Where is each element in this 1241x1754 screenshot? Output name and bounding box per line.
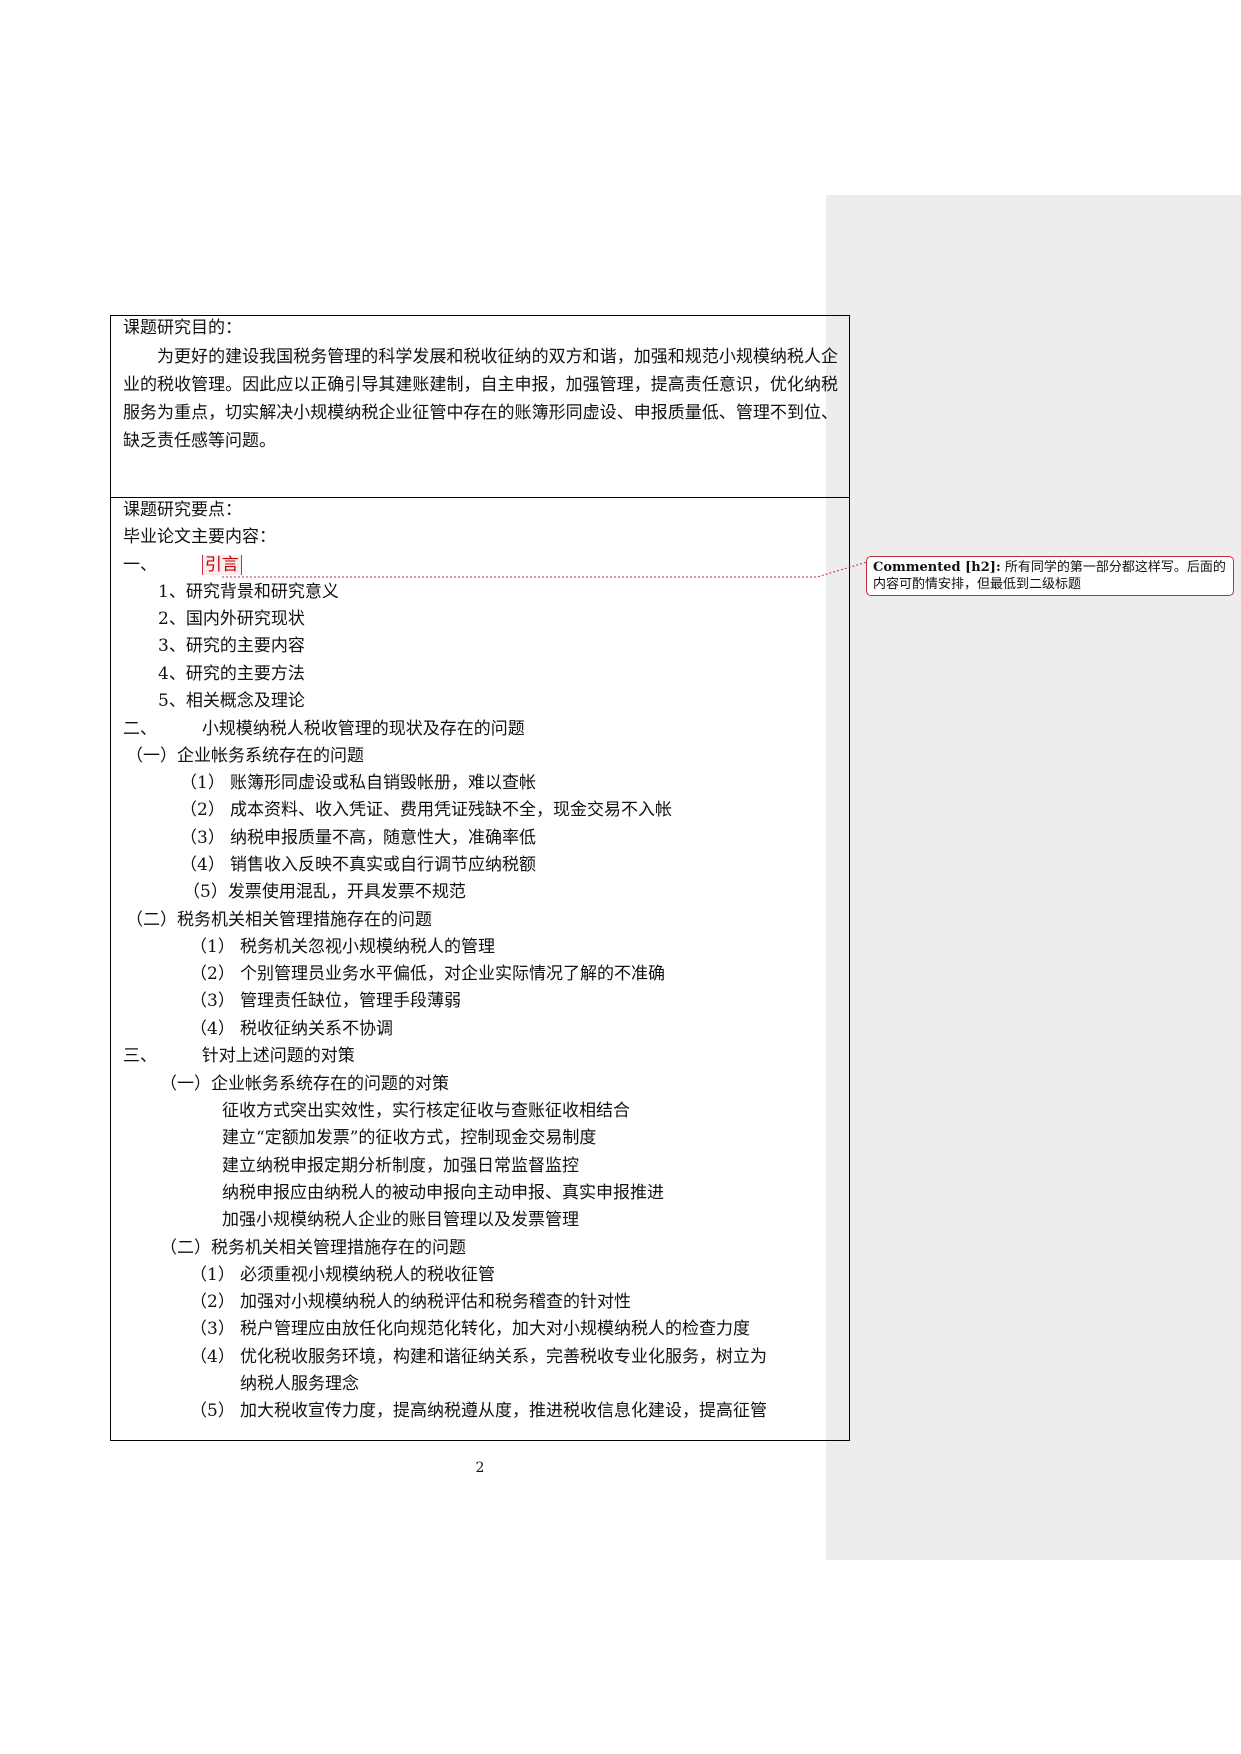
subsection-heading: （二）税务机关相关管理措施存在的问题 <box>126 910 432 930</box>
subsection-heading: （二）税务机关相关管理措施存在的问题 <box>160 1238 466 1258</box>
purpose-heading: 课题研究目的： <box>123 318 242 338</box>
comment-author: Commented [h2]: <box>873 560 1001 575</box>
list-item: 3、研究的主要内容 <box>158 636 305 656</box>
list-item: （4） 税收征纳关系不协调 <box>190 1019 393 1039</box>
list-item: （3） 纳税申报质量不高，随意性大，准确率低 <box>180 828 536 848</box>
list-item: 5、相关概念及理论 <box>158 691 305 711</box>
list-item: 建立“定额加发票”的征收方式，控制现金交易制度 <box>222 1128 597 1148</box>
list-item: （1） 必须重视小规模纳税人的税收征管 <box>190 1265 495 1285</box>
section-number: 一、 <box>123 555 157 575</box>
list-item: 征收方式突出实效性，实行核定征收与查账征收相结合 <box>222 1101 630 1121</box>
section-number: 三、 <box>123 1046 157 1066</box>
subsection-heading: （一）企业帐务系统存在的问题 <box>126 746 364 766</box>
table-row-divider <box>110 497 850 498</box>
comment-margin-pane <box>826 195 1241 1560</box>
list-item: 1、研究背景和研究意义 <box>158 582 339 602</box>
section-title: 针对上述问题的对策 <box>201 1046 355 1066</box>
list-item: （3） 税户管理应由放任化向规范化转化，加大对小规模纳税人的检查力度 <box>190 1319 750 1339</box>
list-item: （5） 加大税收宣传力度，提高纳税遵从度，推进税收信息化建设，提高征管 <box>190 1401 767 1421</box>
subsection-heading: （一）企业帐务系统存在的问题的对策 <box>160 1074 449 1094</box>
purpose-paragraph: 为更好的建设我国税务管理的科学发展和税收征纳的双方和谐，加强和规范小规模纳税人企… <box>123 347 838 451</box>
page-number: 2 <box>475 1460 485 1476</box>
list-item: （1） 账簿形同虚设或私自销毁帐册，难以查帐 <box>180 773 536 793</box>
section-title: 小规模纳税人税收管理的现状及存在的问题 <box>201 719 525 739</box>
list-item: （5）发票使用混乱，开具发票不规范 <box>183 882 466 902</box>
list-item: 纳税申报应由纳税人的被动申报向主动申报、真实申报推进 <box>222 1183 664 1203</box>
list-item: 加强小规模纳税人企业的账目管理以及发票管理 <box>222 1210 579 1230</box>
list-item-continuation: 纳税人服务理念 <box>240 1374 359 1394</box>
outline-subheading: 毕业论文主要内容： <box>123 527 276 547</box>
section-number: 二、 <box>123 719 157 739</box>
section-3-heading: 三、 针对上述问题的对策 <box>123 1046 355 1066</box>
list-item: （1） 税务机关忽视小规模纳税人的管理 <box>190 937 495 957</box>
section-2-heading: 二、 小规模纳税人税收管理的现状及存在的问题 <box>123 719 525 739</box>
list-item: （2） 加强对小规模纳税人的纳税评估和税务稽查的针对性 <box>190 1292 631 1312</box>
comment-bubble[interactable]: Commented [h2]: 所有同学的第一部分都这样写。后面的内容可酌情安排… <box>866 556 1234 596</box>
comment-connector-line <box>222 561 868 578</box>
list-item: 建立纳税申报定期分析制度，加强日常监督监控 <box>222 1156 579 1176</box>
list-item: （2） 个别管理员业务水平偏低，对企业实际情况了解的不准确 <box>190 964 665 984</box>
list-item: 2、国内外研究现状 <box>158 609 305 629</box>
list-item: （2） 成本资料、收入凭证、费用凭证残缺不全，现金交易不入帐 <box>180 800 672 820</box>
list-item: （3） 管理责任缺位，管理手段薄弱 <box>190 991 461 1011</box>
outline-heading: 课题研究要点： <box>123 500 242 520</box>
list-item: （4） 销售收入反映不真实或自行调节应纳税额 <box>180 855 536 875</box>
list-item: 4、研究的主要方法 <box>158 664 305 684</box>
list-item: （4） 优化税收服务环境，构建和谐征纳关系，完善税收专业化服务，树立为 <box>190 1347 767 1367</box>
